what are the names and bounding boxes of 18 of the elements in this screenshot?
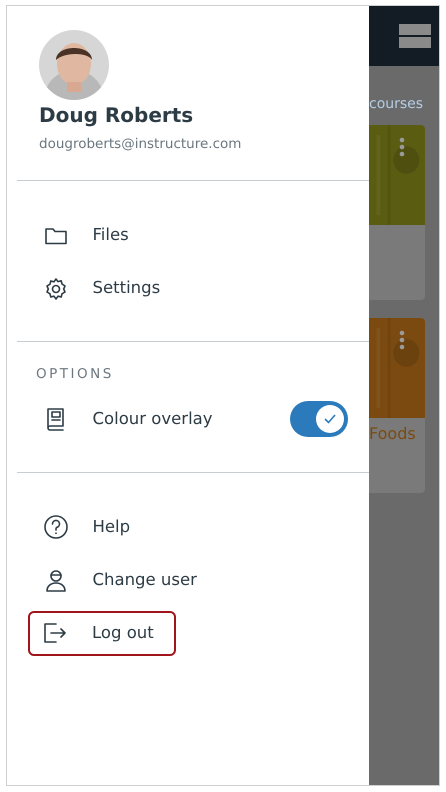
user-email: dougroberts@instructure.com <box>39 135 242 154</box>
section-heading: OPTIONS <box>35 365 115 384</box>
menu-item[interactable]: Help <box>30 500 348 554</box>
menu-item[interactable]: Settings <box>30 262 348 316</box>
user-name: Doug Roberts <box>39 102 194 129</box>
menu-item[interactable]: Files <box>30 209 348 262</box>
course-title: Foods <box>369 423 417 445</box>
course-card[interactable] <box>369 125 425 300</box>
more-options-icon[interactable] <box>399 137 405 157</box>
toggle-switch[interactable] <box>290 401 348 437</box>
menu-icon[interactable] <box>399 23 431 49</box>
more-options-icon[interactable] <box>399 330 405 350</box>
check-icon <box>323 412 337 426</box>
menu-item[interactable]: Log out <box>28 610 176 656</box>
option-label: Colour overlay <box>92 408 213 430</box>
menu-item[interactable]: Change user <box>30 554 348 606</box>
help-icon <box>42 514 68 540</box>
logout-icon <box>42 620 68 646</box>
